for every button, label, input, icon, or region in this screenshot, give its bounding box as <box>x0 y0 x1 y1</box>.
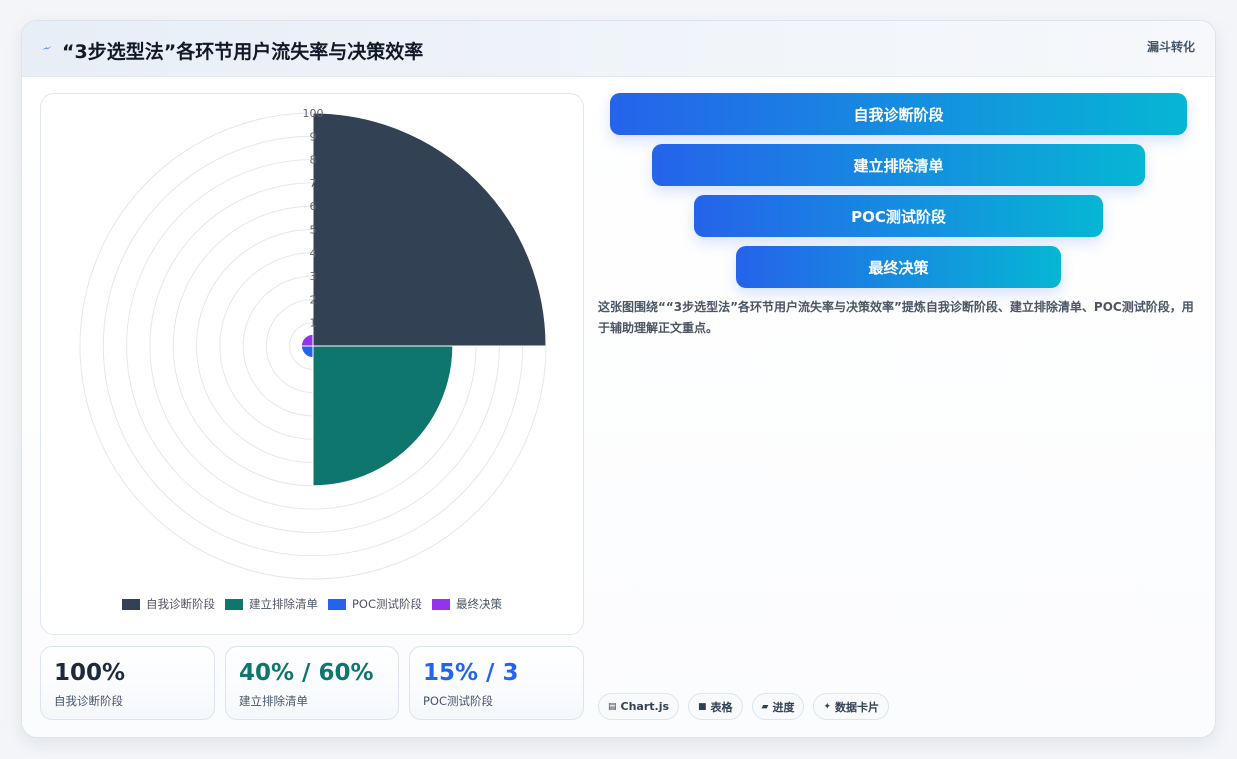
page-title: “3步选型法”各环节用户流失率与决策效率 <box>62 41 424 63</box>
tag-table[interactable]: ■ 表格 <box>688 693 743 720</box>
lightning-icon <box>42 46 52 50</box>
chart-type-label: 漏斗转化 <box>1146 40 1195 54</box>
tag-data-card[interactable]: ✦ 数据卡片 <box>813 693 890 720</box>
funnel-diagram: 自我诊断阶段 建立排除清单 POC测试阶段 最终决策 <box>22 77 1215 737</box>
tag-progress[interactable]: ▰ 进度 <box>751 693 805 720</box>
tag-label: 进度 <box>772 700 795 714</box>
tag-chartjs[interactable]: ▤ Chart.js <box>598 693 680 720</box>
tag-label: Chart.js <box>620 700 670 713</box>
progress-icon: ▰ <box>761 701 769 712</box>
chart-icon: ▤ <box>608 701 617 712</box>
funnel-step-poc: POC测试阶段 <box>694 195 1103 237</box>
tag-label: 表格 <box>710 700 733 714</box>
card-header: “3步选型法”各环节用户流失率与决策效率 漏斗转化 <box>22 21 1215 77</box>
card-body: 100 9 8 7 6 5 4 3 2 1 自我诊断阶段 建立排除清单 POC测试阶段 最终决策 100… <box>22 77 1215 737</box>
table-icon: ■ <box>698 701 707 712</box>
chart-description: 这张图围绕““3步选型法”各环节用户流失率与决策效率”提炼自我诊断阶段、建立排除… <box>598 300 1194 335</box>
sparkle-icon: ✦ <box>823 701 832 712</box>
tag-label: 数据卡片 <box>835 700 880 714</box>
feature-tags: ▤ Chart.js ■ 表格 ▰ 进度 ✦ 数据卡片 <box>598 693 890 720</box>
funnel-step-decision: 最终决策 <box>736 246 1061 288</box>
funnel-step-diagnosis: 自我诊断阶段 <box>610 93 1187 135</box>
funnel-step-exclusion: 建立排除清单 <box>652 144 1145 186</box>
dashboard-card: “3步选型法”各环节用户流失率与决策效率 漏斗转化 100 9 8 7 6 5 4 3 2 1 自… <box>21 20 1216 738</box>
